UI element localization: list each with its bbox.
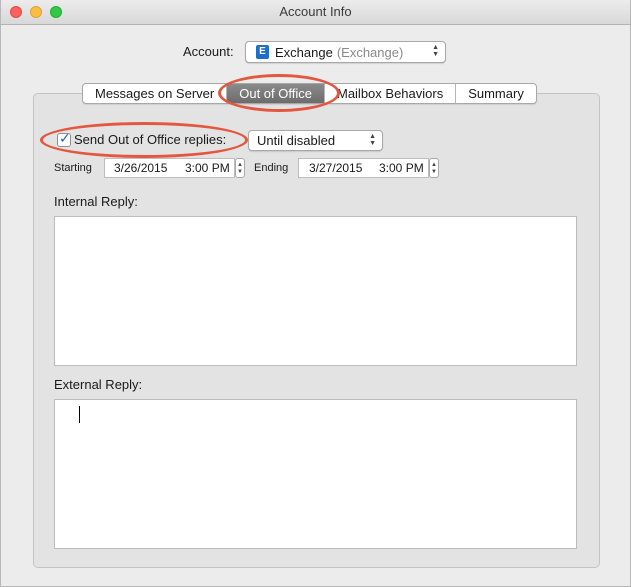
ending-datetime-field[interactable]: 3/27/2015 3:00 PM bbox=[298, 158, 429, 178]
title-bar: Account Info bbox=[1, 0, 630, 25]
external-reply-label: External Reply: bbox=[54, 377, 143, 392]
exchange-icon: E bbox=[256, 45, 269, 59]
duration-select[interactable]: Until disabled ▲ ▼ bbox=[248, 130, 383, 151]
ending-date[interactable]: 3/27/2015 bbox=[309, 161, 362, 175]
ending-time[interactable]: 3:00 PM bbox=[379, 161, 424, 175]
starting-label: Starting bbox=[54, 162, 92, 174]
stepper-up-icon[interactable]: ▲ bbox=[431, 162, 437, 168]
stepper-up-icon[interactable]: ▲ bbox=[237, 162, 243, 168]
internal-reply-label: Internal Reply: bbox=[54, 194, 138, 209]
tab-mailbox-behaviors[interactable]: Mailbox Behaviors bbox=[325, 84, 457, 103]
stepper-down-icon[interactable]: ▼ bbox=[237, 169, 243, 175]
account-type: (Exchange) bbox=[336, 45, 404, 60]
account-select-value: Exchange (Exchange) bbox=[275, 45, 403, 60]
ending-stepper[interactable]: ▲ ▼ bbox=[429, 158, 439, 178]
starting-stepper[interactable]: ▲ ▼ bbox=[235, 158, 245, 178]
send-replies-checkbox[interactable]: ✓ bbox=[57, 130, 71, 147]
account-label: Account: bbox=[183, 44, 234, 59]
checkmark-icon: ✓ bbox=[59, 130, 71, 146]
tab-messages-on-server[interactable]: Messages on Server bbox=[83, 84, 228, 103]
tab-summary[interactable]: Summary bbox=[456, 84, 536, 103]
starting-datetime-field[interactable]: 3/26/2015 3:00 PM bbox=[104, 158, 235, 178]
window-title: Account Info bbox=[279, 4, 352, 19]
chevron-updown-icon: ▲ ▼ bbox=[432, 44, 439, 58]
tab-out-of-office[interactable]: Out of Office bbox=[227, 84, 325, 103]
tab-bar: Messages on Server Out of Office Mailbox… bbox=[82, 83, 537, 104]
starting-date[interactable]: 3/26/2015 bbox=[114, 161, 167, 175]
text-cursor bbox=[79, 406, 80, 423]
external-reply-textarea[interactable] bbox=[54, 399, 577, 549]
ending-label: Ending bbox=[254, 162, 289, 174]
stepper-down-icon[interactable]: ▼ bbox=[431, 169, 437, 175]
starting-time[interactable]: 3:00 PM bbox=[185, 161, 230, 175]
account-info-window: Account Info Account: E Exchange (Exchang… bbox=[0, 0, 631, 587]
chevron-updown-icon: ▲ ▼ bbox=[369, 133, 376, 147]
duration-select-value: Until disabled bbox=[257, 133, 336, 148]
internal-reply-textarea[interactable] bbox=[54, 216, 577, 366]
account-name: Exchange bbox=[275, 45, 333, 60]
account-select[interactable]: E Exchange (Exchange) ▲ ▼ bbox=[245, 41, 446, 63]
send-replies-label: Send Out of Office replies: bbox=[74, 132, 227, 147]
